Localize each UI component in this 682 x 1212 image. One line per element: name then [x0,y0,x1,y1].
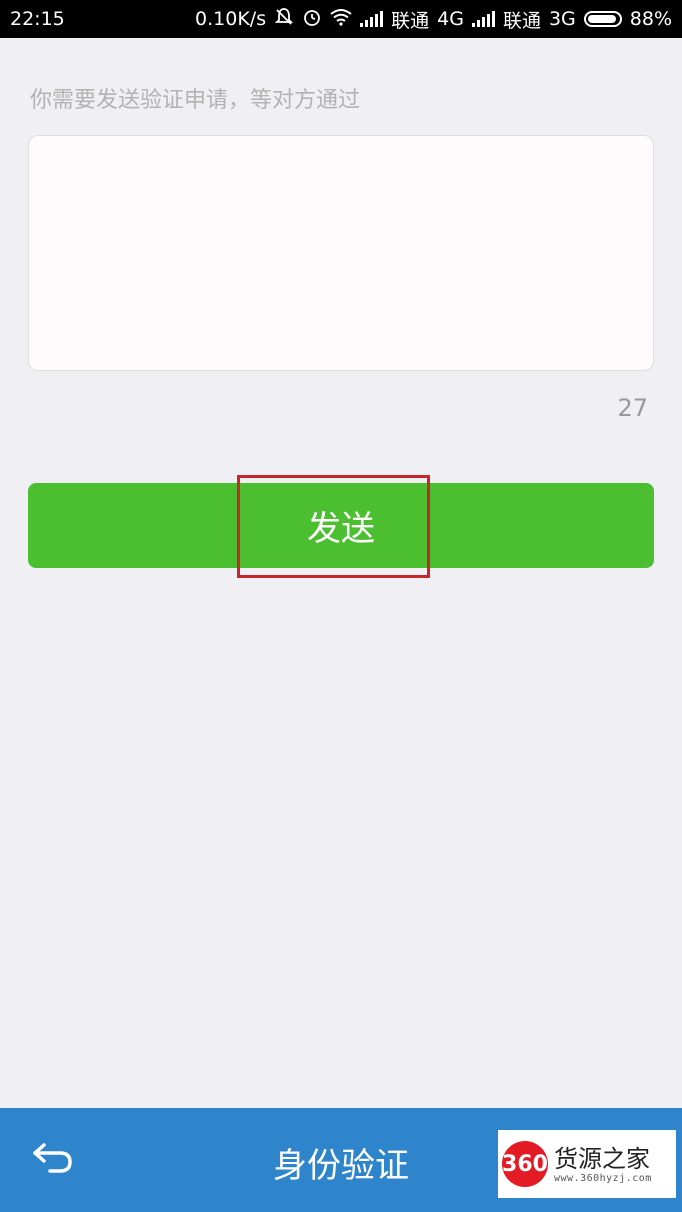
verification-hint: 你需要发送验证申请，等对方通过 [30,88,361,113]
watermark-name: 货源之家 [554,1144,650,1173]
verification-request-page: 22:15 0.10K/s 联通 4G 联通 3G 88% 你需要发送验证申请，… [0,0,682,1212]
battery-icon [583,11,622,27]
carrier-2: 联通 [502,9,541,32]
wifi-icon [330,8,352,31]
status-bar: 22:15 0.10K/s 联通 4G 联通 3G 88% [0,0,682,38]
watermark-url: www.360hyzj.com [554,1172,652,1184]
battery-level: 88% [629,8,672,30]
char-counter: 27 [617,394,648,422]
signal-strength-icon-2 [471,11,495,27]
watermark-logo: 360 货源之家 www.360hyzj.com [498,1130,676,1198]
watermark-360-badge: 360 [502,1141,548,1187]
watermark-text: 货源之家 www.360hyzj.com [554,1145,652,1184]
send-button-label: 发送 [307,509,375,549]
status-time: 22:15 [10,8,65,30]
network-type-1: 4G [437,8,464,30]
network-speed: 0.10K/s [195,8,267,30]
status-indicators: 0.10K/s 联通 4G 联通 3G 88% [195,6,672,33]
carrier-1: 联通 [391,9,430,32]
verification-message-input[interactable] [28,135,654,371]
signal-strength-icon [360,11,384,27]
network-type-2: 3G [548,8,576,30]
send-button[interactable]: 发送 [28,483,654,568]
mute-bell-icon [274,7,294,32]
alarm-icon [302,7,322,32]
